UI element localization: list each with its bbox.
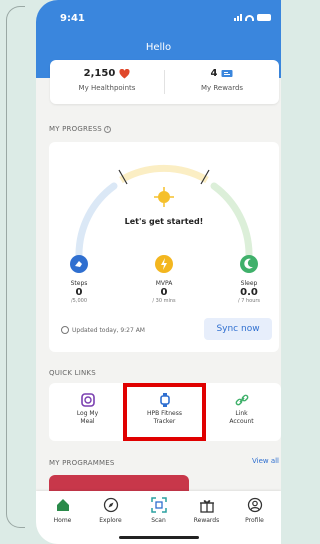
nav-profile[interactable]: Profile (230, 497, 279, 524)
status-time: 9:41 (60, 13, 85, 24)
quick-link-link-account[interactable]: Link Account (203, 393, 280, 426)
metric-sleep-value: 0.0 (240, 287, 258, 298)
wifi-icon (245, 14, 254, 21)
header-title: Hello (145, 42, 172, 53)
progress-card: Let's get started! Steps 0 /5,000 MVPA 0… (49, 142, 279, 352)
metric-mvpa-value: 0 (160, 287, 168, 298)
compass-icon (103, 497, 118, 513)
nav-explore[interactable]: Explore (86, 497, 135, 524)
battery-icon (257, 14, 271, 21)
metric-sleep-target: / 7 hours (237, 298, 261, 304)
metric-sleep[interactable]: Sleep 0.0 / 7 hours (229, 255, 269, 304)
ticket-icon (221, 70, 233, 77)
sync-now-button[interactable]: Sync now (204, 318, 272, 340)
stats-card: 2,150 My Healthpoints 4 My Rewards (50, 60, 279, 104)
highlight-box (123, 383, 206, 441)
quick-link-log-meal[interactable]: Log My Meal (49, 393, 126, 426)
info-icon[interactable]: i (104, 125, 112, 133)
home-icon (56, 499, 69, 511)
nav-home-label: Home (53, 517, 72, 524)
rewards-value: 4 (210, 68, 218, 79)
metric-mvpa-label: MVPA (155, 280, 173, 287)
nav-profile-label: Profile (245, 517, 264, 524)
heart-icon (119, 68, 130, 79)
signal-icon (234, 14, 242, 21)
healthpoints-value: 2,150 (83, 68, 116, 79)
updated-text: Updated today, 9:27 AM (72, 326, 145, 334)
meal-icon (80, 393, 95, 407)
healthpoints-stat[interactable]: 2,150 My Healthpoints (50, 68, 164, 92)
profile-icon (247, 497, 262, 513)
metric-steps[interactable]: Steps 0 /5,000 (59, 255, 99, 304)
metric-steps-target: /5,000 (71, 298, 87, 304)
quick-links-title: QUICK LINKS (49, 369, 96, 377)
lightning-icon (155, 255, 173, 273)
clock-icon (61, 326, 69, 334)
rewards-stat[interactable]: 4 My Rewards (165, 68, 279, 92)
quick-link-log-meal-label-1: Log My (76, 410, 99, 417)
progress-section-title: MY PROGRESS i (49, 125, 112, 133)
progress-headline: Let's get started! (124, 217, 204, 226)
view-all-link[interactable]: View all (252, 457, 279, 465)
phone-screen: 9:41 Hello 2,150 My Healthpoints 4 My Re… (36, 0, 281, 544)
metric-mvpa[interactable]: MVPA 0 / 30 mins (144, 255, 184, 304)
metric-mvpa-target: / 30 mins (152, 298, 176, 304)
quick-link-link-account-label-1: Link (235, 410, 248, 417)
healthpoints-label: My Healthpoints (78, 84, 136, 92)
updated-timestamp: Updated today, 9:27 AM (61, 326, 145, 334)
metric-steps-value: 0 (75, 287, 83, 298)
sparkle-icon (154, 187, 174, 207)
home-indicator (119, 536, 199, 539)
shoe-icon (70, 255, 88, 273)
rewards-label: My Rewards (200, 84, 244, 92)
gift-icon (199, 500, 214, 513)
moon-icon (240, 255, 258, 273)
my-programmes-title: MY PROGRAMMES (49, 459, 115, 467)
nav-scan[interactable]: Scan (134, 497, 183, 524)
quick-link-link-account-label-2: Account (229, 418, 254, 425)
metric-sleep-label: Sleep (240, 280, 258, 287)
scan-icon (150, 497, 167, 513)
quick-link-log-meal-label-2: Meal (80, 418, 95, 425)
nav-rewards-label: Rewards (193, 517, 220, 524)
nav-home[interactable]: Home (38, 497, 87, 524)
link-icon (235, 394, 248, 406)
nav-rewards[interactable]: Rewards (182, 497, 231, 524)
nav-scan-label: Scan (151, 517, 166, 524)
metric-steps-label: Steps (70, 280, 88, 287)
nav-explore-label: Explore (99, 517, 122, 524)
status-icons (234, 14, 271, 21)
